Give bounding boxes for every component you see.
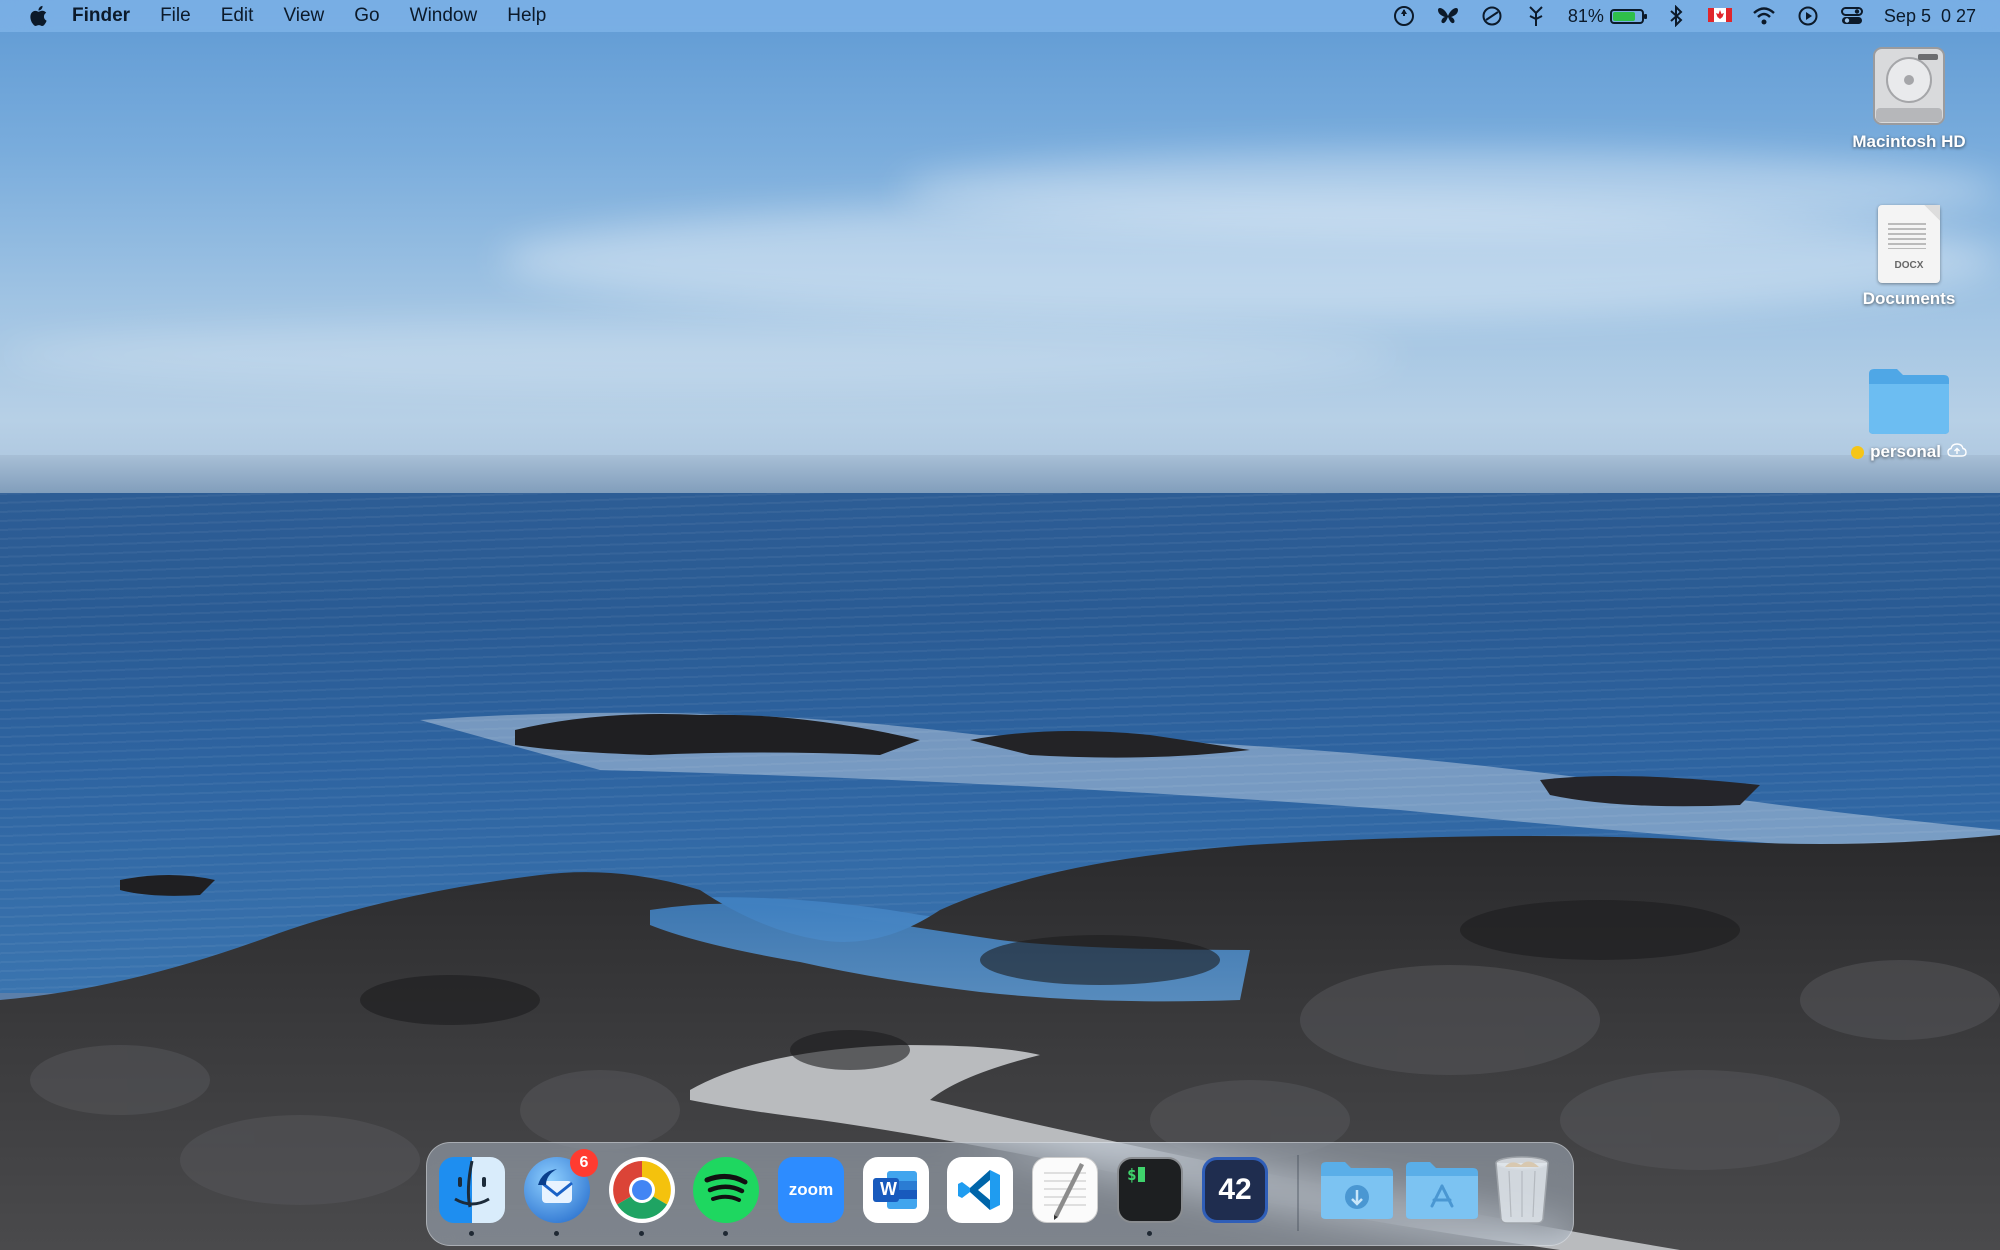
wifi-icon[interactable]: [1752, 4, 1776, 28]
zoom-icon: zoom: [788, 1180, 834, 1199]
dock-trash[interactable]: [1489, 1156, 1555, 1224]
desktop-item-documents[interactable]: DOCX Documents: [1829, 205, 1989, 309]
textedit-icon: [1044, 1163, 1086, 1220]
apple-icon[interactable]: [24, 2, 52, 30]
spotify-icon: [704, 1174, 748, 1202]
dock-thunderbird[interactable]: 6: [524, 1149, 598, 1223]
yellow-tag-icon: [1851, 445, 1865, 459]
menu-app-name[interactable]: Finder: [72, 5, 130, 27]
bluetooth-icon[interactable]: [1664, 4, 1688, 28]
wallpaper-horizon: [0, 455, 2000, 495]
desktop-wallpaper: [0, 0, 2000, 1250]
menu-go[interactable]: Go: [354, 5, 379, 27]
menu-view[interactable]: View: [283, 5, 324, 27]
dock-zoom[interactable]: zoom: [778, 1157, 844, 1223]
app-42-icon: 42: [1218, 1173, 1252, 1206]
control-center-icon[interactable]: [1840, 4, 1864, 28]
hard-drive-icon: [1870, 46, 1948, 126]
dock-applications[interactable]: [1404, 1157, 1480, 1223]
desktop-item-personal[interactable]: personal: [1829, 366, 1989, 462]
word-letter: W: [880, 1179, 897, 1199]
dock-spotify[interactable]: [693, 1157, 759, 1223]
dock-app-42[interactable]: 42: [1202, 1157, 1268, 1223]
vscode-icon: [958, 1170, 1000, 1210]
notification-badge: 6: [570, 1149, 598, 1177]
menu-bar: Finder File Edit View Go Window Help 81%: [0, 0, 2000, 32]
desktop-item-label: Documents: [1862, 289, 1956, 308]
running-indicator: [639, 1231, 644, 1236]
timer-icon[interactable]: [1392, 4, 1416, 28]
status-menu-area: 81% Sep 5 0 27: [1392, 0, 1976, 32]
menu-help[interactable]: Help: [507, 5, 546, 27]
terminal-prompt: $: [1127, 1165, 1137, 1184]
battery-percent: 81%: [1567, 5, 1604, 26]
applications-folder-icon: [1406, 1162, 1478, 1219]
play-icon[interactable]: [1796, 4, 1820, 28]
dock-separator: [1297, 1155, 1299, 1231]
dock-downloads[interactable]: [1319, 1157, 1395, 1223]
date-time-clock[interactable]: Sep 5 0 27: [1884, 6, 1976, 27]
dock-word[interactable]: W: [863, 1157, 929, 1223]
folder-icon: [1867, 366, 1951, 436]
terminal-icon: $: [1127, 1165, 1145, 1184]
desktop-item-macintosh-hd[interactable]: Macintosh HD: [1829, 46, 1989, 152]
trash-icon: [1495, 1156, 1549, 1224]
running-indicator: [723, 1231, 728, 1236]
battery-level-fill: [1612, 11, 1636, 21]
menu-edit[interactable]: Edit: [221, 5, 254, 27]
menu-file[interactable]: File: [160, 5, 191, 27]
running-indicator: [469, 1231, 474, 1236]
desktop-item-label: Macintosh HD: [1852, 132, 1966, 151]
wallpaper-sky: [0, 0, 2000, 495]
fork-icon[interactable]: [1524, 4, 1548, 28]
icloud-upload-icon: [1947, 442, 1967, 462]
butterfly-icon[interactable]: [1436, 4, 1460, 28]
dock-terminal[interactable]: $: [1117, 1157, 1183, 1223]
file-extension-label: DOCX: [1894, 260, 1924, 271]
running-indicator: [1147, 1231, 1152, 1236]
downloads-folder-icon: [1321, 1162, 1393, 1219]
dock-chrome[interactable]: [609, 1157, 675, 1223]
docx-file-icon: DOCX: [1878, 205, 1940, 283]
do-not-disturb-icon[interactable]: [1480, 4, 1504, 28]
battery-indicator[interactable]: 81%: [1567, 5, 1647, 27]
chrome-icon: [613, 1161, 671, 1219]
dock-finder[interactable]: [439, 1157, 505, 1223]
dock-vscode[interactable]: [947, 1157, 1013, 1223]
menu-window[interactable]: Window: [410, 5, 478, 27]
canada-flag-icon[interactable]: [1707, 4, 1732, 28]
dock-textedit[interactable]: [1032, 1157, 1098, 1223]
desktop-item-label: personal: [1870, 442, 1941, 461]
dock: 6 zoom W $ 42: [426, 1142, 1574, 1246]
running-indicator: [554, 1231, 559, 1236]
finder-icon: [454, 1160, 490, 1208]
battery-icon: [1609, 8, 1647, 24]
